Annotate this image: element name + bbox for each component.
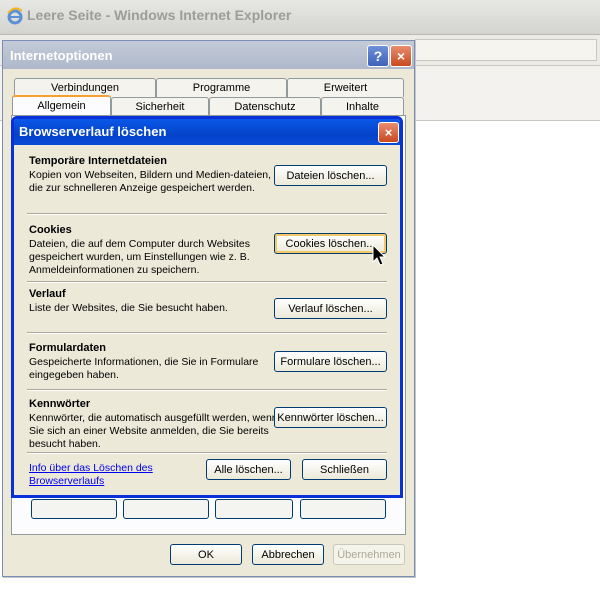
delete-files-button[interactable]: Dateien löschen... xyxy=(274,165,387,186)
tab-inhalte[interactable]: Inhalte xyxy=(321,97,404,116)
cookies-description: Dateien, die auf dem Computer durch Webs… xyxy=(29,238,251,276)
form-data-description: Gespeicherte Informationen, die Sie in F… xyxy=(29,356,259,381)
delete-all-button[interactable]: Alle löschen... xyxy=(206,459,291,480)
hidden-panel-button[interactable] xyxy=(300,499,386,519)
internet-explorer-icon xyxy=(7,7,23,25)
mouse-cursor-icon xyxy=(372,244,387,266)
cancel-button[interactable]: Abbrechen xyxy=(252,544,324,565)
separator xyxy=(27,452,387,454)
cookies-group: Cookies Dateien, die auf dem Computer du… xyxy=(29,224,279,277)
separator xyxy=(27,281,387,283)
close-button[interactable]: Schließen xyxy=(302,459,387,480)
apply-button[interactable]: Übernehmen xyxy=(333,544,405,565)
passwords-group: Kennwörter Kennwörter, die automatisch a… xyxy=(29,398,279,451)
temp-files-group: Temporäre Internetdateien Kopien von Web… xyxy=(29,155,279,195)
info-link[interactable]: Info über das Löschen des Browserverlauf… xyxy=(29,462,179,488)
internet-options-title-bar: Internetoptionen ? × xyxy=(3,41,414,69)
tab-programme[interactable]: Programme xyxy=(156,78,287,97)
passwords-heading: Kennwörter xyxy=(29,398,91,410)
ie-window-title: Leere Seite - Windows Internet Explorer xyxy=(27,7,292,23)
temp-files-description: Kopien von Webseiten, Bildern und Medien… xyxy=(29,169,272,194)
tab-sicherheit[interactable]: Sicherheit xyxy=(111,97,209,116)
delete-passwords-button[interactable]: Kennwörter löschen... xyxy=(274,407,387,428)
temp-files-heading: Temporäre Internetdateien xyxy=(29,155,167,167)
internet-options-title: Internetoptionen xyxy=(10,48,113,63)
help-button[interactable]: ? xyxy=(367,45,389,67)
separator xyxy=(27,332,387,334)
separator xyxy=(27,213,387,215)
history-heading: Verlauf xyxy=(29,288,66,300)
form-data-group: Formulardaten Gespeicherte Informationen… xyxy=(29,342,279,382)
delete-history-title: Browserverlauf löschen xyxy=(19,124,167,139)
tab-allgemein[interactable]: Allgemein xyxy=(12,95,111,117)
passwords-description: Kennwörter, die automatisch ausgefüllt w… xyxy=(29,412,278,450)
tab-datenschutz[interactable]: Datenschutz xyxy=(209,97,321,116)
hidden-panel-button[interactable] xyxy=(215,499,293,519)
internet-options-close-button[interactable]: × xyxy=(390,45,412,67)
form-data-heading: Formulardaten xyxy=(29,342,107,354)
tab-erweitert[interactable]: Erweitert xyxy=(287,78,404,97)
delete-history-button[interactable]: Verlauf löschen... xyxy=(274,298,387,319)
history-group: Verlauf Liste der Websites, die Sie besu… xyxy=(29,288,279,315)
delete-browsing-history-dialog: Browserverlauf löschen × Temporäre Inter… xyxy=(11,116,403,498)
ie-title-bar: Leere Seite - Windows Internet Explorer xyxy=(0,0,600,35)
separator xyxy=(27,389,387,391)
delete-cookies-button[interactable]: Cookies löschen... xyxy=(274,233,387,254)
delete-history-close-button[interactable]: × xyxy=(378,122,399,143)
history-description: Liste der Websites, die Sie besucht habe… xyxy=(29,302,228,314)
delete-history-title-bar: Browserverlauf löschen × xyxy=(14,119,400,145)
delete-forms-button[interactable]: Formulare löschen... xyxy=(274,351,387,372)
ok-button[interactable]: OK xyxy=(170,544,242,565)
address-bar[interactable] xyxy=(415,39,597,61)
hidden-panel-button[interactable] xyxy=(123,499,209,519)
cookies-heading: Cookies xyxy=(29,224,72,236)
hidden-panel-button[interactable] xyxy=(31,499,117,519)
